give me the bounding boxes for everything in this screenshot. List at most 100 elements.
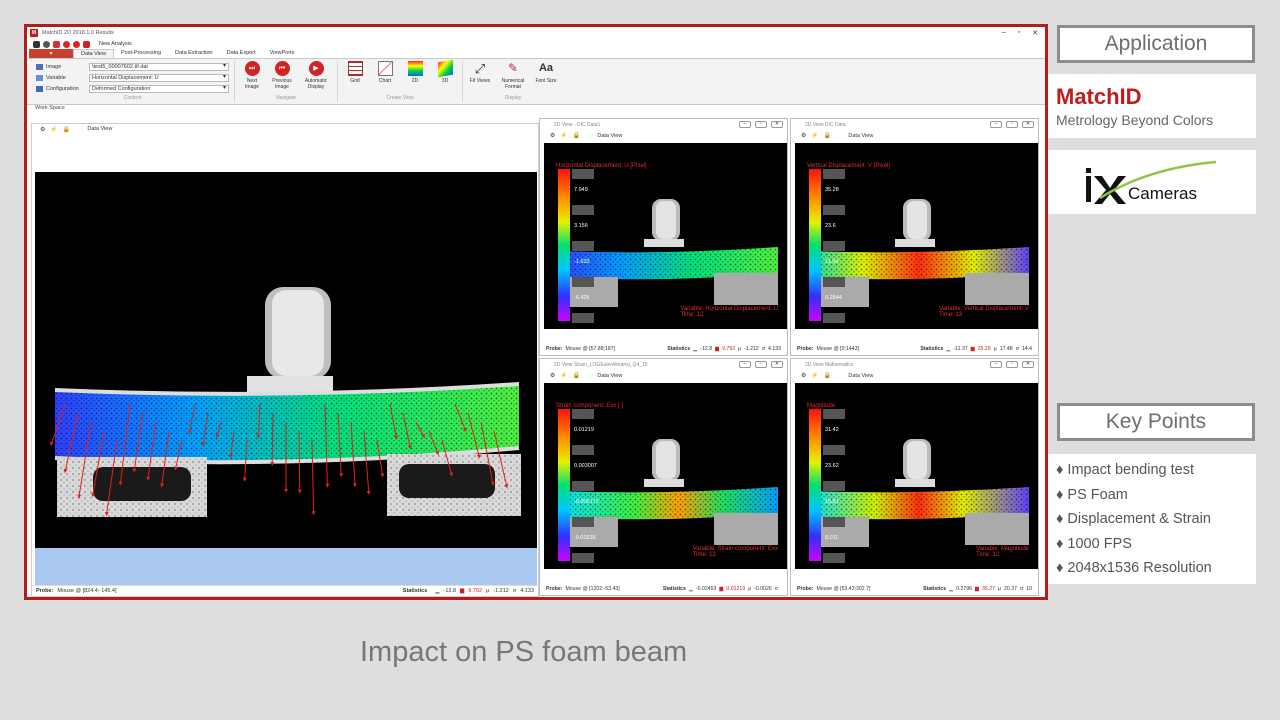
workspace-view: ⚙ ⚡ 🔒 Data View Probe: Mouse @ [824.4;-1…: [31, 123, 539, 597]
gear-icon[interactable]: ⚙: [801, 132, 806, 139]
stat-min: -0.02453: [695, 585, 717, 592]
image-select[interactable]: \test5_00007602.tif.dat: [89, 62, 229, 71]
data-view-button[interactable]: Data View: [87, 126, 112, 132]
std-icon: σ: [774, 585, 778, 592]
workspace-image[interactable]: [35, 172, 537, 548]
overlay-time: Time: 13: [692, 552, 716, 558]
lightning-icon[interactable]: ⚡: [811, 372, 818, 379]
tab-data-view[interactable]: Data View: [73, 49, 114, 58]
stop-icon[interactable]: [63, 40, 70, 48]
open-icon[interactable]: [53, 40, 60, 48]
data-view-button[interactable]: Data View: [597, 373, 622, 379]
tab-post-processing[interactable]: Post-Processing: [114, 49, 168, 58]
gear-icon[interactable]: ⚙: [550, 132, 555, 139]
gear-icon[interactable]: ⚙: [40, 126, 45, 133]
ribbon-tabs: ▾ Data View Post-Processing Data Extract…: [27, 49, 1045, 59]
grid-button[interactable]: Grid: [343, 61, 367, 84]
2d-view-button[interactable]: 2D: [403, 61, 427, 84]
panel-titlebar: 2D View Strain_LOGEulerAlmansi_Q4_15 – ▫…: [540, 359, 787, 370]
colorbar-tick: 0.003007: [574, 463, 597, 469]
previous-image-button[interactable]: ⏮ Previous Image: [270, 61, 294, 90]
panel-probe-bar: Probe: Mouse @ [1202;-53.43] Statistics …: [540, 582, 787, 595]
panel-probe-bar: Probe: Mouse @ [53.43;302.7] Statistics …: [791, 582, 1038, 595]
tab-data-extraction[interactable]: Data Extraction: [168, 49, 220, 58]
previous-icon: ⏮: [274, 61, 290, 76]
automatic-display-button[interactable]: ▶ Automatic Display: [300, 61, 332, 90]
lightning-icon[interactable]: ⚡: [560, 372, 567, 379]
panel-minimize-button[interactable]: –: [739, 361, 751, 368]
panel-minimize-button[interactable]: –: [739, 121, 751, 128]
matchid-logo-icon: M: [30, 29, 38, 37]
lock-icon[interactable]: 🔒: [63, 126, 70, 133]
variable-label: Strain component: Exx [ ]: [556, 403, 624, 409]
font-size-icon: Aa: [538, 62, 554, 74]
workspace-label: Work Space: [27, 105, 1045, 112]
panel-titlebar: 2D View DIC Data – ▫ ✕: [791, 119, 1038, 130]
panel-maximize-button[interactable]: ▫: [1006, 361, 1018, 368]
panel-close-button[interactable]: ✕: [1022, 361, 1034, 368]
lightning-icon[interactable]: ⚡: [811, 132, 818, 139]
panel-titlebar: 2D View Mathematics – ▫ ✕: [791, 359, 1038, 370]
next-image-button[interactable]: ⏭ Next Image: [240, 61, 264, 90]
content-group-label: Content: [123, 95, 142, 101]
fit-views-button[interactable]: ⤢ Fit Views: [468, 61, 492, 84]
panel-close-button[interactable]: ✕: [1022, 121, 1034, 128]
panel-maximize-button[interactable]: ▫: [755, 121, 767, 128]
lightning-icon[interactable]: ⚡: [560, 132, 567, 139]
stat-min: -12.8: [700, 345, 713, 352]
2d-view-icon: [407, 61, 423, 76]
new-analysis-button[interactable]: New Analysis: [99, 41, 132, 47]
gear-icon[interactable]: ⚙: [550, 372, 555, 379]
record-icon[interactable]: [73, 40, 80, 48]
lock-icon[interactable]: 🔒: [824, 132, 831, 139]
lock-icon[interactable]: 🔒: [573, 372, 580, 379]
colorbar: [809, 169, 821, 321]
mean-icon: μ: [993, 345, 997, 352]
mean-icon: μ: [486, 588, 490, 594]
data-view-button[interactable]: Data View: [597, 133, 622, 139]
colorbar-tick: 0.01219: [574, 427, 594, 433]
gear-icon[interactable]: ⚙: [801, 372, 806, 379]
probe-value: Mouse @ [57.88;187]: [565, 345, 616, 352]
panel-close-button[interactable]: ✕: [771, 361, 783, 368]
tab-data-export[interactable]: Data Export: [220, 49, 263, 58]
font-size-button[interactable]: Aa Font Size: [534, 61, 558, 84]
close-button[interactable]: ✕: [1032, 29, 1038, 37]
create-view-group-label: Create View: [386, 95, 414, 101]
tab-viewports[interactable]: ViewPorts: [263, 49, 302, 58]
panel-toolbar: ⚙ ⚡ 🔒 Data View: [540, 370, 787, 381]
save-icon[interactable]: [83, 40, 90, 48]
panel-maximize-button[interactable]: ▫: [755, 361, 767, 368]
key-point-item: ♦ 2048x1536 Resolution: [1056, 560, 1212, 577]
lock-icon[interactable]: 🔒: [824, 372, 831, 379]
gear-icon[interactable]: [43, 40, 50, 48]
file-menu-button[interactable]: ▾: [29, 49, 73, 58]
configuration-select[interactable]: Deformed Configuration: [89, 84, 229, 93]
panel-close-button[interactable]: ✕: [771, 121, 783, 128]
variable-label: Horizontal Displacement: U [Pixel]: [556, 163, 647, 169]
minimize-button[interactable]: –: [1002, 29, 1006, 37]
title-bar: M MatchID 2D 2018.1.0 Results – ▫ ✕: [27, 27, 1045, 39]
data-view-button[interactable]: Data View: [848, 373, 873, 379]
numerical-format-button[interactable]: ✎ Numerical Format: [498, 61, 528, 90]
3d-view-button[interactable]: 3D: [433, 59, 457, 84]
lightning-icon[interactable]: ⚡: [50, 126, 57, 133]
stat-std: 10: [1026, 585, 1032, 592]
panel-probe-bar: Probe: Mouse @ [0;1443] Statistics ▁ -11.…: [791, 342, 1038, 355]
panel-probe-bar: Probe: Mouse @ [57.88;187] Statistics ▁ -…: [540, 342, 787, 355]
panel-minimize-button[interactable]: –: [990, 361, 1002, 368]
stat-std: 14.4: [1021, 345, 1032, 352]
data-view-button[interactable]: Data View: [848, 133, 873, 139]
colorbar: [558, 169, 570, 321]
statistics-label: Statistics: [402, 588, 428, 594]
panel-maximize-button[interactable]: ▫: [1006, 121, 1018, 128]
view-panel: 2D View DIC Data – ▫ ✕ ⚙ ⚡ 🔒 Data View V…: [790, 118, 1039, 356]
chart-button[interactable]: Chart: [373, 61, 397, 84]
maximize-button[interactable]: ▫: [1018, 29, 1020, 37]
grid-icon[interactable]: [33, 40, 40, 48]
panel-minimize-button[interactable]: –: [990, 121, 1002, 128]
colorbar-tick: 31.42: [825, 427, 839, 433]
variable-select[interactable]: Horizontal Displacement: U: [89, 73, 229, 82]
key-point-item: ♦ Impact bending test: [1056, 462, 1194, 478]
lock-icon[interactable]: 🔒: [573, 132, 580, 139]
